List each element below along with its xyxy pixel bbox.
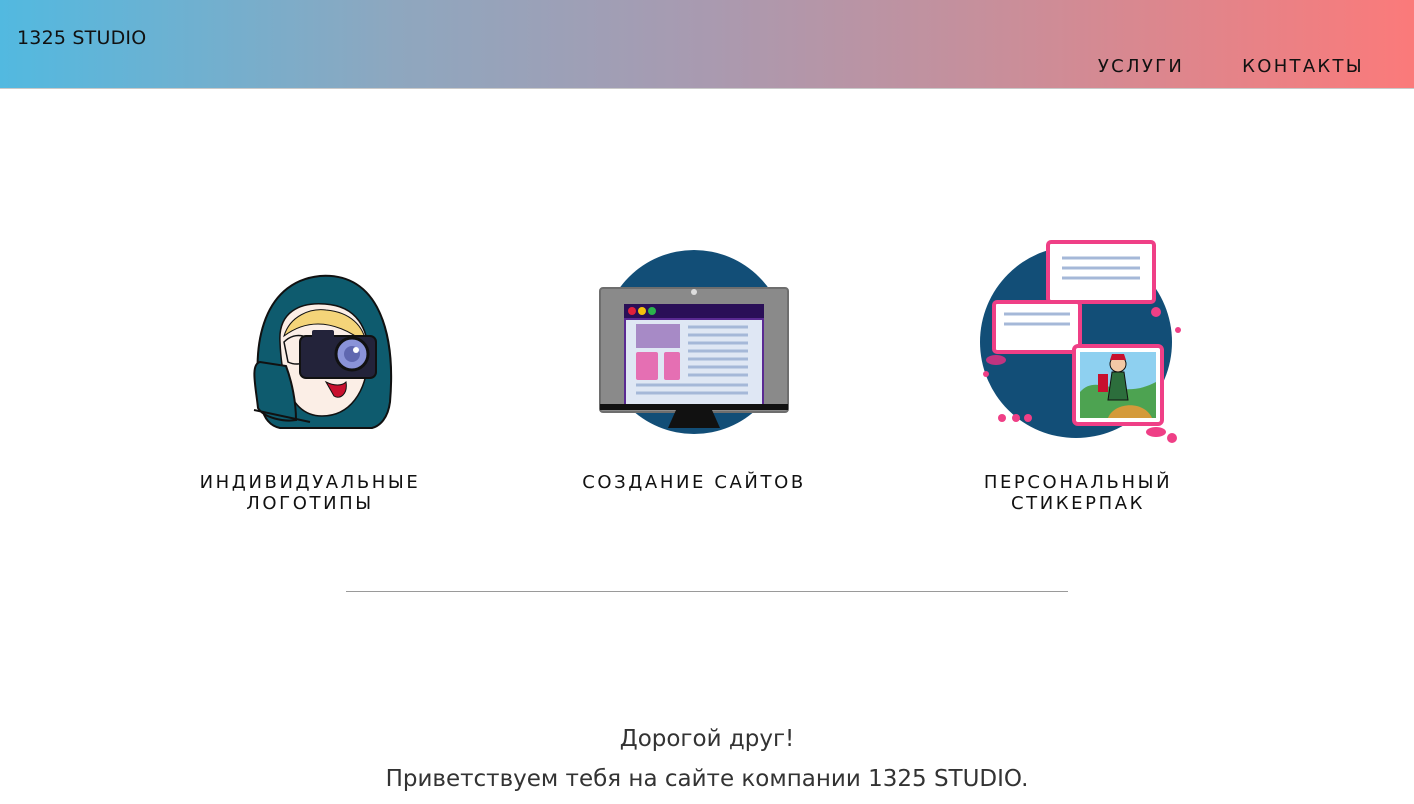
girl-with-camera-icon <box>253 274 393 429</box>
nav-services-link[interactable]: УСЛУГИ <box>1098 56 1184 77</box>
service-stickerpack[interactable]: ПЕРСОНАЛЬНЫЙ СТИКЕРПАК <box>918 232 1238 514</box>
site-header: 1325 STUDIO УСЛУГИ КОНТАКТЫ <box>0 0 1414 89</box>
section-divider <box>346 591 1068 592</box>
service-websites[interactable]: СОЗДАНИЕ САЙТОВ <box>534 232 854 493</box>
main-nav: УСЛУГИ КОНТАКТЫ <box>1098 56 1364 77</box>
sticker-chat-icon <box>980 240 1181 443</box>
greeting-heading: Дорогой друг! <box>619 726 795 752</box>
service-stickerpack-label: ПЕРСОНАЛЬНЫЙ СТИКЕРПАК <box>983 472 1173 514</box>
monitor-website-icon <box>599 250 789 434</box>
service-logos[interactable]: ИНДИВИДУАЛЬНЫЕ ЛОГОТИПЫ <box>150 232 470 514</box>
nav-contacts-link[interactable]: КОНТАКТЫ <box>1242 56 1364 77</box>
greeting-text: Приветствуем тебя на сайте компании 1325… <box>385 766 1029 792</box>
service-websites-label: СОЗДАНИЕ САЙТОВ <box>582 472 806 493</box>
site-logo[interactable]: 1325 STUDIO <box>17 27 146 49</box>
service-logos-label: ИНДИВИДУАЛЬНЫЕ ЛОГОТИПЫ <box>199 472 421 514</box>
